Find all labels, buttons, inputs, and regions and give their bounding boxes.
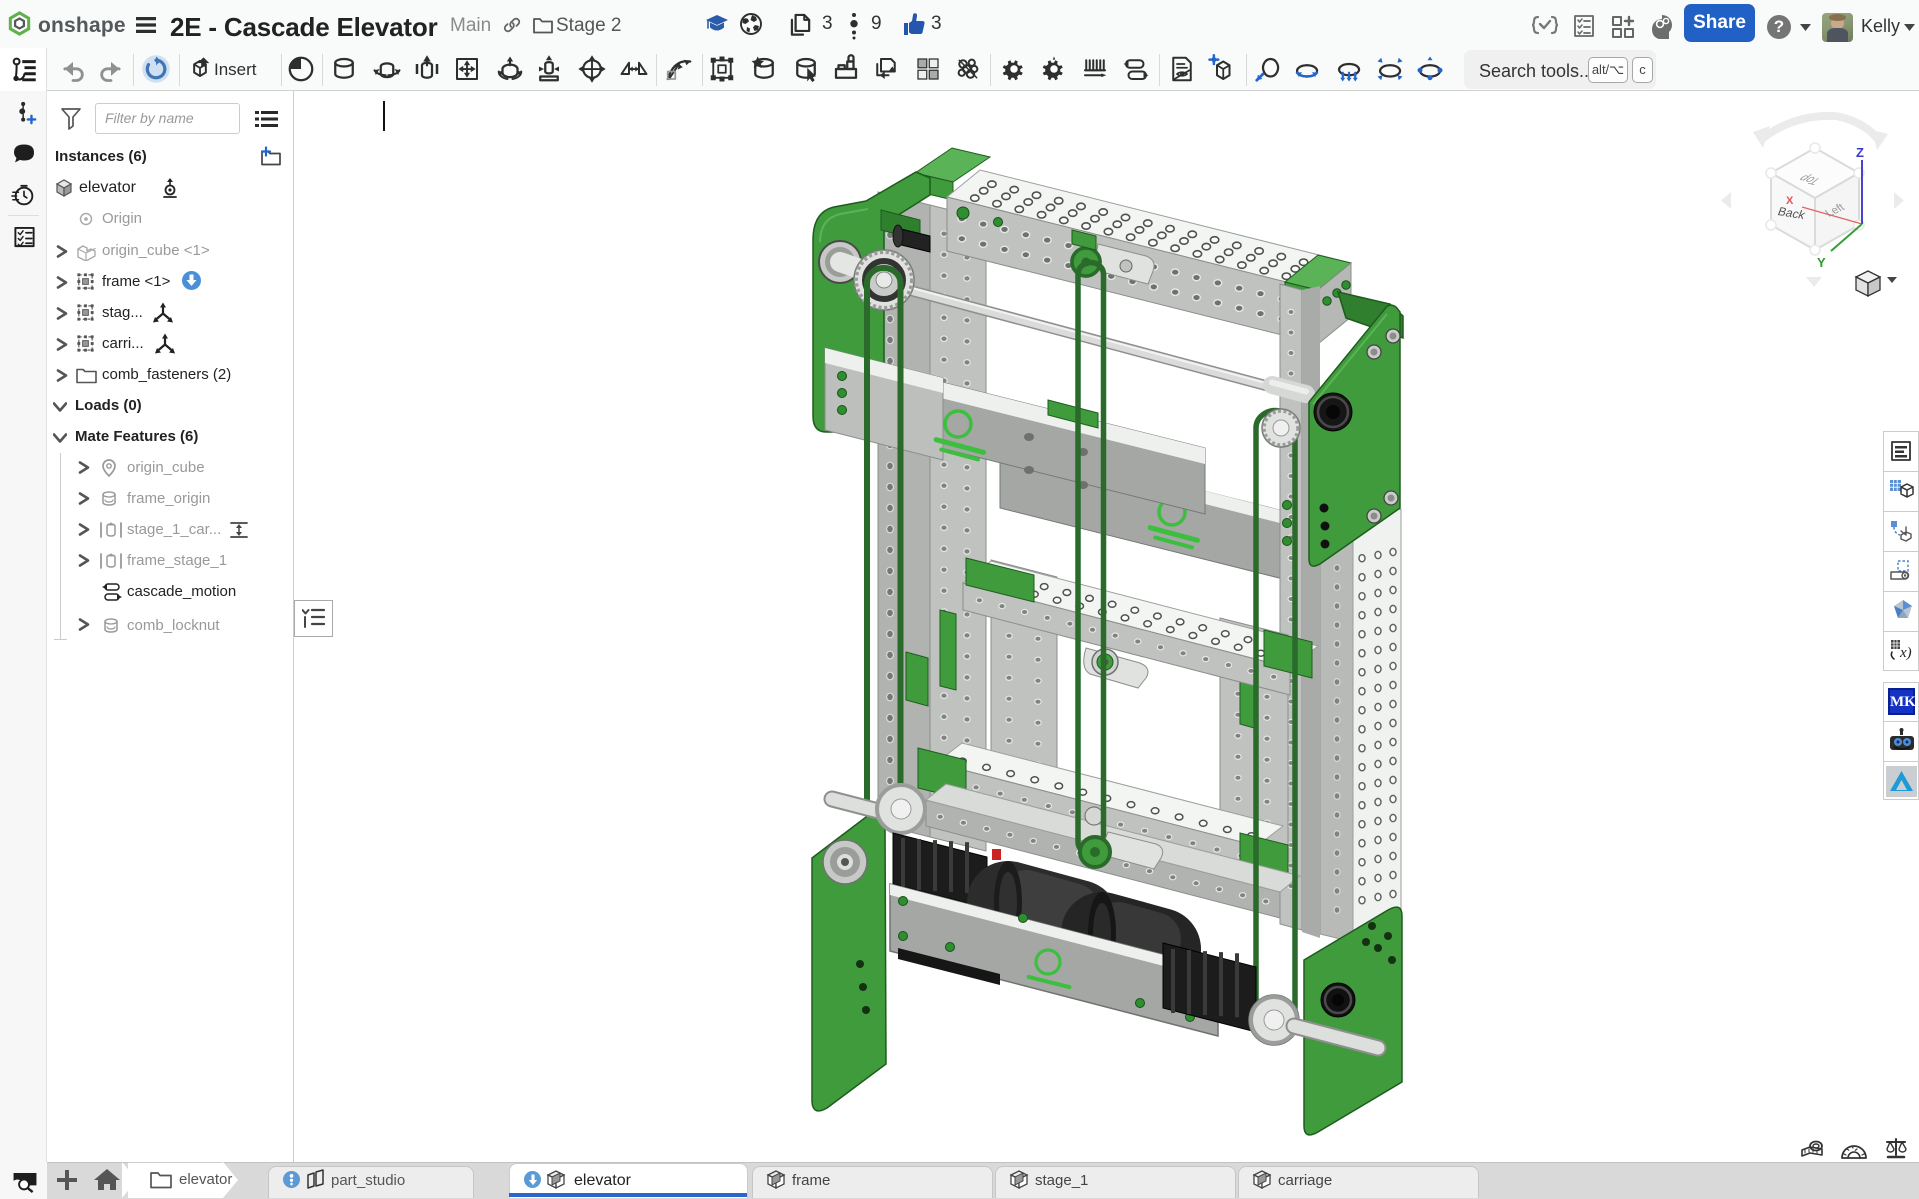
svg-text:Z: Z [1856,145,1864,160]
svg-text:Y: Y [1817,255,1826,270]
svg-text:x): x) [1899,645,1912,661]
svg-text:X: X [1786,195,1794,207]
